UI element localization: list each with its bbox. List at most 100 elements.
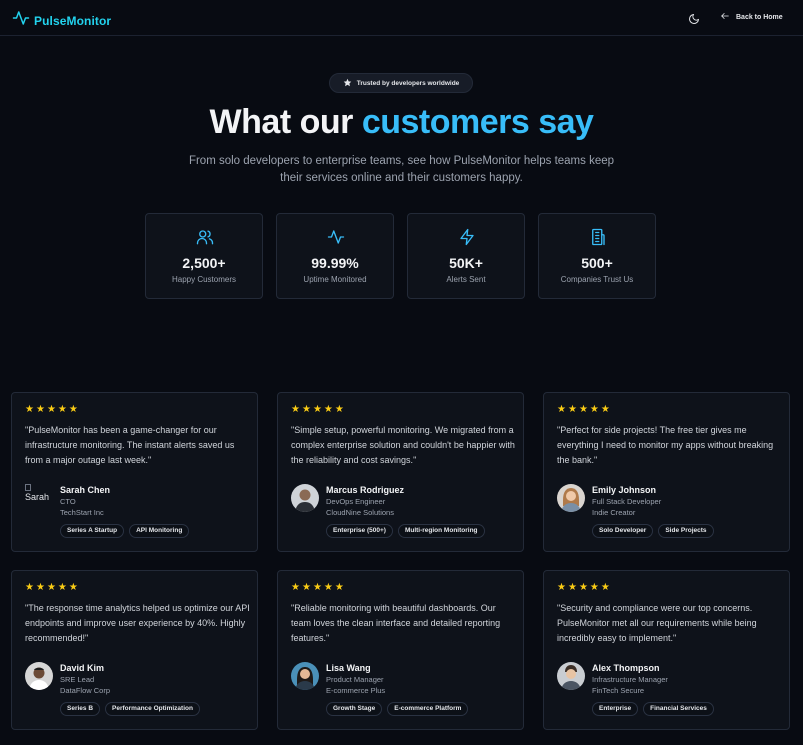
tag-badge: Performance Optimization <box>105 702 200 716</box>
author-company: E-commerce Plus <box>326 686 386 695</box>
star-icon: ★ <box>589 404 599 415</box>
tag-badge: Enterprise (500+) <box>326 524 393 538</box>
testimonial-card: ★ ★ ★ ★ ★ "Security and compliance were our … <box>543 570 790 730</box>
star-icon: ★ <box>567 582 577 593</box>
tag-badge: E-commerce Platform <box>387 702 469 716</box>
tag-badge: Financial Services <box>643 702 714 716</box>
star-icon: ★ <box>312 404 322 415</box>
top-nav: PulseMonitor Back to Home <box>0 0 803 36</box>
avatar-alt-text: Sarah <box>25 492 50 502</box>
stat-label: Alerts Sent <box>446 275 486 284</box>
author-company: DataFlow Corp <box>60 686 111 695</box>
avatar <box>557 662 585 690</box>
author-name: Lisa Wang <box>326 663 371 673</box>
tag-badge: Multi-region Monitoring <box>397 524 485 538</box>
author-name: David Kim <box>60 663 105 673</box>
brand-logo-link[interactable]: PulseMonitor <box>12 9 111 32</box>
star-icon: ★ <box>46 404 56 415</box>
testimonial-card: ★ ★ ★ ★ ★ "Reliable monitoring with beautifu… <box>277 570 524 730</box>
stat-value: 500+ <box>581 255 613 271</box>
avatar <box>291 484 319 512</box>
star-icon: ★ <box>25 404 34 415</box>
star-icon: ★ <box>578 582 588 593</box>
tag-badge: Side Projects <box>658 524 714 538</box>
zap-icon <box>458 228 476 246</box>
testimonial-quote: "The response time analytics helped us o… <box>25 603 250 643</box>
author-role: SRE Lead <box>60 675 95 684</box>
arrow-left-icon <box>720 11 730 23</box>
stat-card-uptime: 99.99% Uptime Monitored <box>276 213 394 299</box>
avatar <box>557 484 585 512</box>
star-icon: ★ <box>291 582 300 593</box>
star-icon: ★ <box>57 582 67 593</box>
back-to-home-label: Back to Home <box>736 13 783 21</box>
star-icon: ★ <box>334 404 344 415</box>
building-icon <box>589 228 607 246</box>
tag-list: Enterprise Financial Services <box>592 702 714 716</box>
star-icon: ★ <box>557 404 566 415</box>
star-rating: ★ ★ ★ ★ ★ <box>291 583 344 593</box>
avatar: Sarah <box>25 484 53 512</box>
avatar <box>291 662 319 690</box>
author-company: TechStart Inc <box>60 508 104 517</box>
pulse-icon <box>12 9 30 32</box>
tag-list: Series A Startup API Monitoring <box>60 524 190 538</box>
star-icon: ★ <box>600 582 610 593</box>
moon-icon <box>688 12 700 29</box>
author-role: Infrastructure Manager <box>592 675 668 684</box>
star-icon: ★ <box>600 404 610 415</box>
star-icon: ★ <box>578 404 588 415</box>
trust-badge: Trusted by developers worldwide <box>329 73 473 93</box>
star-rating: ★ ★ ★ ★ ★ <box>25 583 78 593</box>
tag-list: Growth Stage E-commerce Platform <box>326 702 469 716</box>
brand-name: PulseMonitor <box>34 13 112 28</box>
tag-badge: Growth Stage <box>326 702 383 716</box>
star-rating: ★ ★ ★ ★ ★ <box>557 583 610 593</box>
testimonial-quote: "Reliable monitoring with beautiful dash… <box>291 603 501 643</box>
author-role: DevOps Engineer <box>326 497 386 506</box>
tag-list: Solo Developer Side Projects <box>592 524 714 538</box>
star-icon: ★ <box>323 404 333 415</box>
author-role: Product Manager <box>326 675 384 684</box>
star-icon: ★ <box>323 582 333 593</box>
tag-badge: Series B <box>60 702 101 716</box>
star-icon: ★ <box>334 582 344 593</box>
star-rating: ★ ★ ★ ★ ★ <box>557 405 610 415</box>
star-icon: ★ <box>35 582 45 593</box>
trust-badge-label: Trusted by developers worldwide <box>356 79 460 87</box>
author-name: Marcus Rodriguez <box>326 485 405 495</box>
star-icon: ★ <box>57 404 67 415</box>
stat-label: Companies Trust Us <box>560 275 634 284</box>
activity-icon <box>327 228 345 246</box>
tag-list: Enterprise (500+) Multi-region Monitorin… <box>326 524 485 538</box>
theme-toggle-button[interactable] <box>688 12 700 24</box>
tag-list: Series B Performance Optimization <box>60 702 200 716</box>
page-subtitle: From solo developers to enterprise teams… <box>188 155 615 184</box>
star-icon: ★ <box>68 582 78 593</box>
testimonial-card: ★ ★ ★ ★ ★ "The response time analytics helpe… <box>11 570 258 730</box>
tag-badge: Series A Startup <box>60 524 125 538</box>
star-icon: ★ <box>589 582 599 593</box>
author-name: Emily Johnson <box>592 485 657 495</box>
testimonial-quote: "Simple setup, powerful monitoring. We m… <box>291 425 515 465</box>
star-icon: ★ <box>46 582 56 593</box>
tag-badge: Solo Developer <box>592 524 654 538</box>
author-name: Sarah Chen <box>60 485 111 495</box>
testimonial-card: ★ ★ ★ ★ ★ "PulseMonitor has been a game-chan… <box>11 392 258 552</box>
star-icon: ★ <box>35 404 45 415</box>
author-company: CloudNine Solutions <box>326 508 394 517</box>
star-rating: ★ ★ ★ ★ ★ <box>25 405 78 415</box>
testimonial-card: ★ ★ ★ ★ ★ "Simple setup, powerful monitoring… <box>277 392 524 552</box>
testimonial-card: ★ ★ ★ ★ ★ "Perfect for side projects! The fr… <box>543 392 790 552</box>
author-company: FinTech Secure <box>592 686 645 695</box>
tag-badge: Enterprise <box>592 702 639 716</box>
page-title: What our customers say <box>0 103 803 142</box>
page-title-accent: customers say <box>361 103 594 141</box>
stat-value: 99.99% <box>311 255 359 271</box>
stat-card-alerts: 50K+ Alerts Sent <box>407 213 525 299</box>
star-icon: ★ <box>557 582 566 593</box>
author-role: CTO <box>60 497 76 506</box>
star-icon: ★ <box>291 404 300 415</box>
star-icon: ★ <box>68 404 78 415</box>
back-to-home-link[interactable]: Back to Home <box>720 11 783 23</box>
